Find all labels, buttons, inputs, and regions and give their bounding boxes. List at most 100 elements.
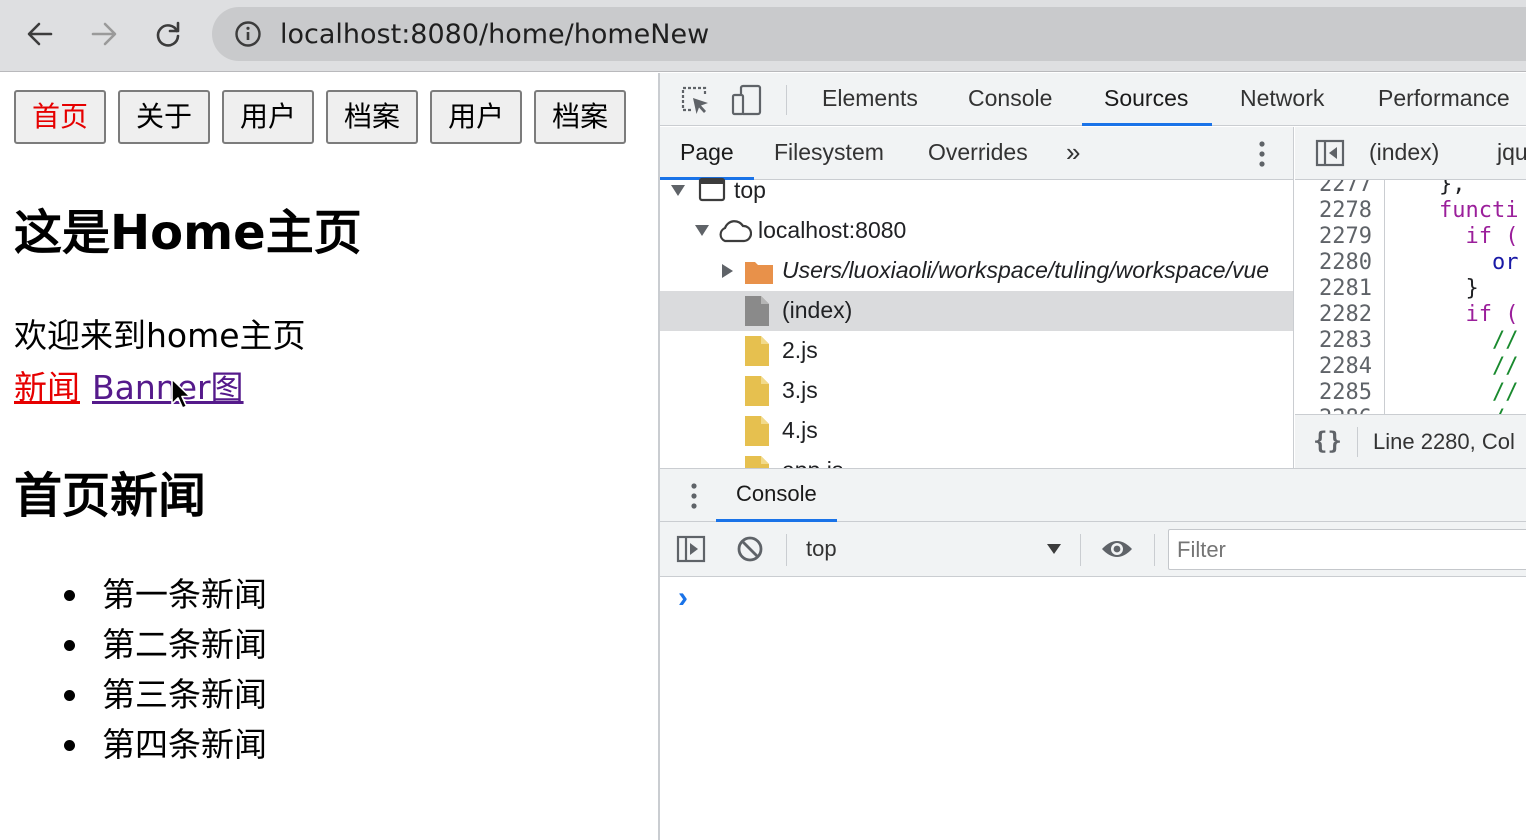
line-number[interactable]: 2284 bbox=[1319, 354, 1372, 379]
tree-item-file[interactable]: 2.js bbox=[660, 331, 1293, 371]
code-area[interactable]: }, functi if ( or } if ( // // // / bbox=[1386, 180, 1526, 414]
tree-item-label: 4.js bbox=[782, 417, 818, 443]
nav-button-profile-2[interactable]: 档案 bbox=[534, 90, 627, 144]
toolbar-divider bbox=[786, 534, 787, 566]
browser-toolbar: localhost:8080/home/homeNew bbox=[0, 0, 1526, 72]
nav-button-profile[interactable]: 档案 bbox=[326, 90, 419, 144]
line-number[interactable]: 2279 bbox=[1319, 224, 1372, 249]
welcome-text: 欢迎来到home主页 bbox=[14, 316, 306, 355]
line-number[interactable]: 2285 bbox=[1319, 380, 1372, 405]
show-sidebar-icon[interactable] bbox=[676, 535, 706, 563]
js-file-icon bbox=[745, 416, 769, 446]
cloud-icon bbox=[719, 220, 752, 243]
code-line: // bbox=[1386, 380, 1519, 405]
news-list: 第一条新闻 第二条新闻 第三条新闻 第四条新闻 bbox=[60, 570, 267, 770]
source-editor: (index) jqu 2277 2278 2279 2280 2281 228… bbox=[1295, 127, 1526, 468]
tree-item-label: Users/luoxiaoli/workspace/tuling/workspa… bbox=[782, 257, 1270, 283]
status-divider bbox=[1357, 427, 1358, 457]
line-number[interactable]: 2282 bbox=[1319, 302, 1372, 327]
context-selector[interactable]: top bbox=[802, 530, 1066, 568]
news-heading: 首页新闻 bbox=[14, 468, 207, 524]
toolbar-divider bbox=[1080, 534, 1081, 566]
news-link[interactable]: 新闻 bbox=[14, 368, 80, 407]
url-text[interactable]: localhost:8080/home/homeNew bbox=[280, 19, 709, 50]
console-toolbar: top bbox=[660, 522, 1526, 577]
editor-status-bar: {} Line 2280, Col bbox=[1295, 414, 1526, 468]
tab-sources[interactable]: Sources bbox=[1081, 73, 1213, 126]
triangle-down-icon[interactable] bbox=[694, 223, 710, 237]
editor-tab-index[interactable]: (index) bbox=[1369, 127, 1439, 180]
inspect-element-icon[interactable] bbox=[678, 83, 712, 117]
tab-console[interactable]: Console bbox=[968, 73, 1052, 126]
code-line: / bbox=[1386, 406, 1505, 414]
line-gutter: 2277 2278 2279 2280 2281 2282 2283 2284 … bbox=[1295, 180, 1385, 414]
line-number[interactable]: 2281 bbox=[1319, 276, 1372, 301]
editor-tab-jquery[interactable]: jqu bbox=[1497, 127, 1526, 180]
tree-item-top[interactable]: top bbox=[660, 171, 1293, 211]
reload-icon bbox=[156, 21, 180, 47]
tree-item-label: (index) bbox=[782, 297, 853, 323]
address-bar[interactable]: localhost:8080/home/homeNew bbox=[212, 7, 1526, 61]
forward-button[interactable] bbox=[82, 14, 126, 54]
folder-icon bbox=[745, 262, 773, 284]
tree-item-label: 2.js bbox=[782, 337, 818, 363]
code-line: // bbox=[1386, 354, 1519, 379]
js-file-icon bbox=[745, 376, 769, 406]
frame-icon bbox=[698, 177, 726, 202]
drawer-menu-icon[interactable] bbox=[684, 481, 704, 511]
eye-icon[interactable] bbox=[1100, 537, 1134, 561]
code-line: if ( bbox=[1386, 302, 1519, 327]
console-prompt-icon: › bbox=[678, 581, 688, 614]
clear-console-icon[interactable] bbox=[736, 535, 764, 563]
tree-item-label: app.js bbox=[782, 457, 843, 468]
cursor-position: Line 2280, Col bbox=[1373, 429, 1515, 454]
line-number[interactable]: 2278 bbox=[1319, 198, 1372, 223]
code-line: or bbox=[1386, 250, 1519, 275]
nav-button-home[interactable]: 首页 bbox=[14, 90, 107, 144]
tab-elements[interactable]: Elements bbox=[822, 73, 918, 126]
toggle-navigator-icon[interactable] bbox=[1315, 139, 1345, 167]
devtools-panel: Elements Console Sources Network Perform… bbox=[658, 73, 1526, 840]
code-line: if ( bbox=[1386, 224, 1519, 249]
drawer-tabbar: Console bbox=[660, 468, 1526, 522]
nav-button-user[interactable]: 用户 bbox=[222, 90, 315, 144]
console-output[interactable]: › bbox=[660, 577, 1526, 840]
code-line: functi bbox=[1386, 198, 1519, 223]
pretty-print-button[interactable]: {} bbox=[1313, 427, 1342, 455]
tree-item-folder[interactable]: Users/luoxiaoli/workspace/tuling/workspa… bbox=[660, 251, 1293, 291]
tab-network[interactable]: Network bbox=[1240, 73, 1324, 126]
reload-button[interactable] bbox=[146, 14, 190, 54]
editor-tabbar: (index) jqu bbox=[1295, 127, 1526, 180]
page-title: 这是Home主页 bbox=[14, 205, 362, 261]
tab-performance[interactable]: Performance bbox=[1378, 73, 1510, 126]
line-number[interactable]: 2286 bbox=[1319, 406, 1372, 414]
line-number[interactable]: 2277 bbox=[1319, 180, 1372, 197]
tree-item-index[interactable]: (index) bbox=[660, 291, 1293, 331]
device-toolbar-icon[interactable] bbox=[730, 83, 764, 117]
banner-link[interactable]: Banner图 bbox=[92, 368, 244, 407]
kebab-menu-icon[interactable] bbox=[1252, 139, 1272, 169]
mouse-cursor-icon bbox=[171, 378, 191, 409]
nav-button-user-2[interactable]: 用户 bbox=[430, 90, 523, 144]
tree-item-label: top bbox=[734, 177, 766, 203]
triangle-right-icon[interactable] bbox=[720, 263, 734, 279]
console-filter-input[interactable] bbox=[1168, 529, 1526, 570]
page-viewport: 首页 关于 用户 档案 用户 档案 这是Home主页 欢迎来到home主页 新闻… bbox=[0, 73, 658, 840]
tree-item-file[interactable]: 3.js bbox=[660, 371, 1293, 411]
tree-item-label: localhost:8080 bbox=[758, 217, 907, 243]
nav-button-about[interactable]: 关于 bbox=[118, 90, 211, 144]
arrow-right-icon bbox=[91, 22, 117, 46]
file-icon bbox=[745, 296, 769, 326]
tree-item-label: 3.js bbox=[782, 377, 818, 403]
line-number[interactable]: 2280 bbox=[1319, 250, 1372, 275]
devtools-tabbar: Elements Console Sources Network Perform… bbox=[660, 73, 1526, 126]
back-button[interactable] bbox=[18, 14, 62, 54]
info-icon[interactable] bbox=[234, 20, 262, 48]
tree-item-origin[interactable]: localhost:8080 bbox=[660, 211, 1293, 251]
triangle-down-icon[interactable] bbox=[670, 183, 686, 197]
line-number[interactable]: 2283 bbox=[1319, 328, 1372, 353]
drawer-tab-console[interactable]: Console bbox=[716, 469, 837, 522]
tree-item-file[interactable]: 4.js bbox=[660, 411, 1293, 451]
tree-item-file[interactable]: app.js bbox=[660, 451, 1293, 468]
arrow-left-icon bbox=[27, 22, 53, 46]
